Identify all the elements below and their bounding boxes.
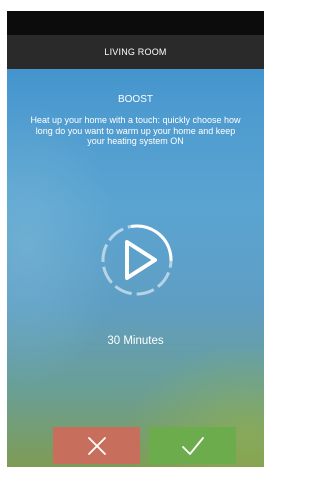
boost-screen: LIVING ROOM BOOST Heat up your home with… — [7, 35, 264, 467]
room-header: LIVING ROOM — [7, 35, 264, 69]
boost-duration: 30 Minutes — [107, 335, 164, 347]
play-icon — [101, 224, 173, 296]
check-icon — [181, 436, 204, 455]
close-icon — [87, 436, 106, 455]
room-title: LIVING ROOM — [104, 47, 167, 57]
boost-description: Heat up your home with a touch: quickly … — [30, 115, 241, 146]
confirm-button[interactable] — [149, 427, 236, 464]
boost-title: BOOST — [117, 94, 153, 105]
status-bar — [7, 11, 264, 35]
cancel-button[interactable] — [53, 427, 140, 464]
boost-play-button[interactable] — [97, 220, 177, 300]
